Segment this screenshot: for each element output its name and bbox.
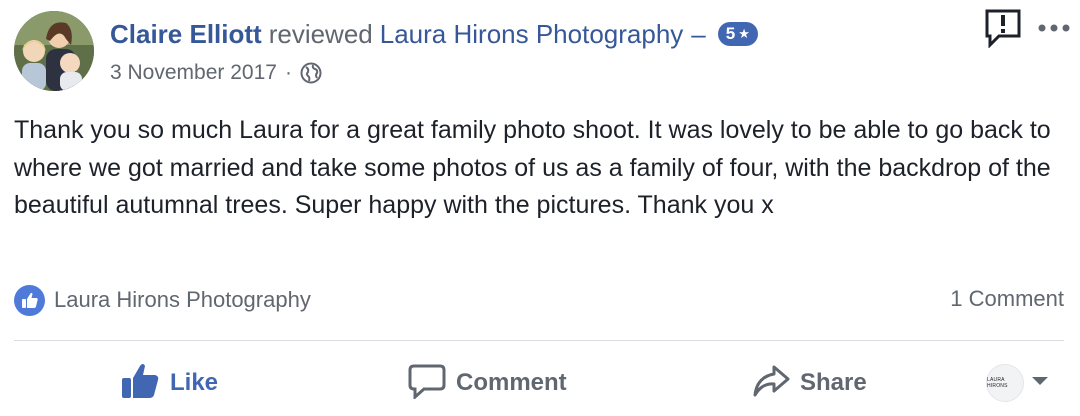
page-name-link[interactable]: Laura Hirons Photography (380, 19, 684, 50)
page-identity-selector[interactable]: LAURA HIRONS (986, 363, 1050, 403)
like-button[interactable]: Like (120, 360, 218, 406)
globe-icon[interactable] (300, 62, 322, 84)
share-label: Share (800, 369, 867, 396)
review-meta: 3 November 2017 · (110, 59, 322, 87)
report-icon[interactable] (984, 8, 1022, 49)
comment-button[interactable]: Comment (408, 360, 567, 406)
rating-value: 5 (725, 24, 736, 43)
page-avatar: LAURA HIRONS (986, 364, 1024, 402)
thumbs-up-icon (14, 284, 45, 316)
like-thumb-icon (120, 362, 160, 405)
rating-badge: 5 ★ (717, 22, 758, 46)
comment-count-link[interactable]: 1 Comment (950, 286, 1064, 312)
review-header: Claire Elliott reviewed Laura Hirons Pho… (110, 17, 758, 51)
review-date-link[interactable]: 3 November 2017 (110, 61, 277, 85)
review-text: Thank you so much Laura for a great fami… (14, 116, 1051, 219)
share-button[interactable]: Share (752, 360, 867, 406)
comment-label: Comment (456, 369, 567, 396)
actions-divider (14, 340, 1064, 341)
share-arrow-icon (752, 363, 790, 404)
like-label: Like (170, 369, 219, 396)
author-avatar[interactable] (14, 11, 94, 91)
chevron-down-icon (1030, 374, 1050, 392)
author-name-link[interactable]: Claire Elliott (110, 19, 262, 50)
review-verb: reviewed (268, 18, 373, 49)
comment-bubble-icon (408, 363, 446, 404)
likes-summary[interactable]: Laura Hirons Photography (14, 284, 311, 316)
liked-by-name[interactable]: Laura Hirons Photography (54, 287, 311, 313)
more-options-icon[interactable] (1035, 16, 1073, 40)
header-dash: – (691, 18, 706, 49)
meta-separator: · (284, 61, 292, 84)
star-icon: ★ (738, 26, 750, 41)
